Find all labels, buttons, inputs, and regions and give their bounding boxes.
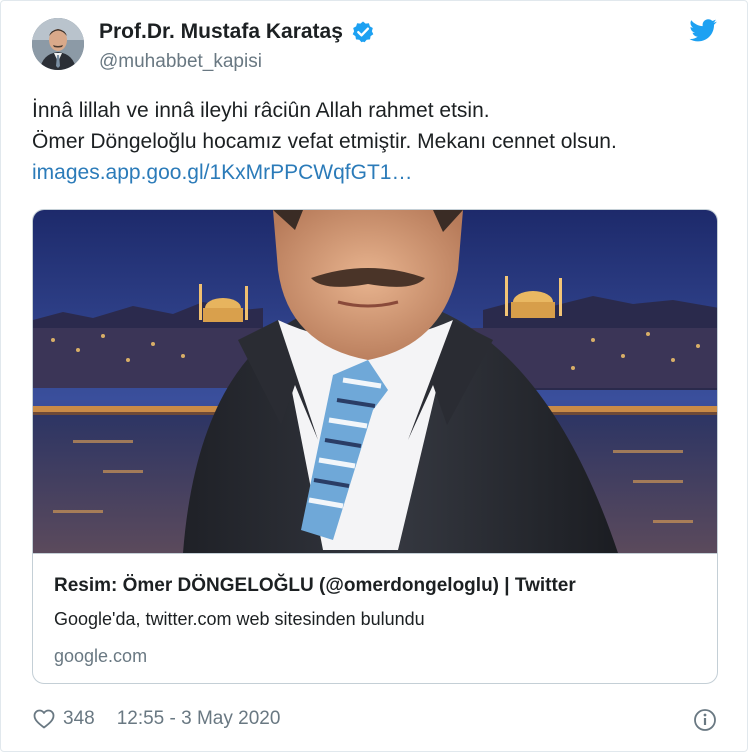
twitter-bird-icon[interactable] <box>689 19 717 43</box>
author-handle[interactable]: @muhabbet_kapisi <box>99 51 375 73</box>
tweet-text-line-2: Ömer Döngeloğlu hocamız vefat etmiştir. … <box>32 130 617 153</box>
card-description: Google'da, twitter.com web sitesinden bu… <box>54 609 425 629</box>
tweet-text-line-1: İnnâ lillah ve innâ ileyhi râciûn Allah … <box>32 99 490 122</box>
card-domain: google.com <box>54 646 148 666</box>
tweet-footer: 348 12:55 - 3 May 2020 <box>33 708 280 730</box>
tweet-link[interactable]: images.app.goo.gl/1KxMrPPCWqfGT1… <box>32 157 722 188</box>
author-avatar[interactable] <box>32 18 84 70</box>
tweet-embed: Prof.Dr. Mustafa Karataş @muhabbet_kapis… <box>0 0 748 752</box>
like-count[interactable]: 348 <box>63 708 95 730</box>
verified-badge-icon <box>351 20 375 44</box>
tweet-timestamp[interactable]: 12:55 - 3 May 2020 <box>117 708 281 730</box>
author-name[interactable]: Prof.Dr. Mustafa Karataş <box>99 19 343 45</box>
card-image[interactable] <box>33 210 717 553</box>
author-block: Prof.Dr. Mustafa Karataş @muhabbet_kapis… <box>99 19 375 73</box>
heart-icon[interactable] <box>33 709 55 729</box>
card-body[interactable]: Resim: Ömer DÖNGELOĞLU (@omerdongeloglu)… <box>33 553 717 683</box>
card-title[interactable]: Resim: Ömer DÖNGELOĞLU (@omerdongeloglu)… <box>54 574 698 598</box>
tweet-text: İnnâ lillah ve innâ ileyhi râciûn Allah … <box>32 95 722 188</box>
link-card[interactable]: Resim: Ömer DÖNGELOĞLU (@omerdongeloglu)… <box>32 209 718 684</box>
info-icon[interactable] <box>693 708 717 732</box>
